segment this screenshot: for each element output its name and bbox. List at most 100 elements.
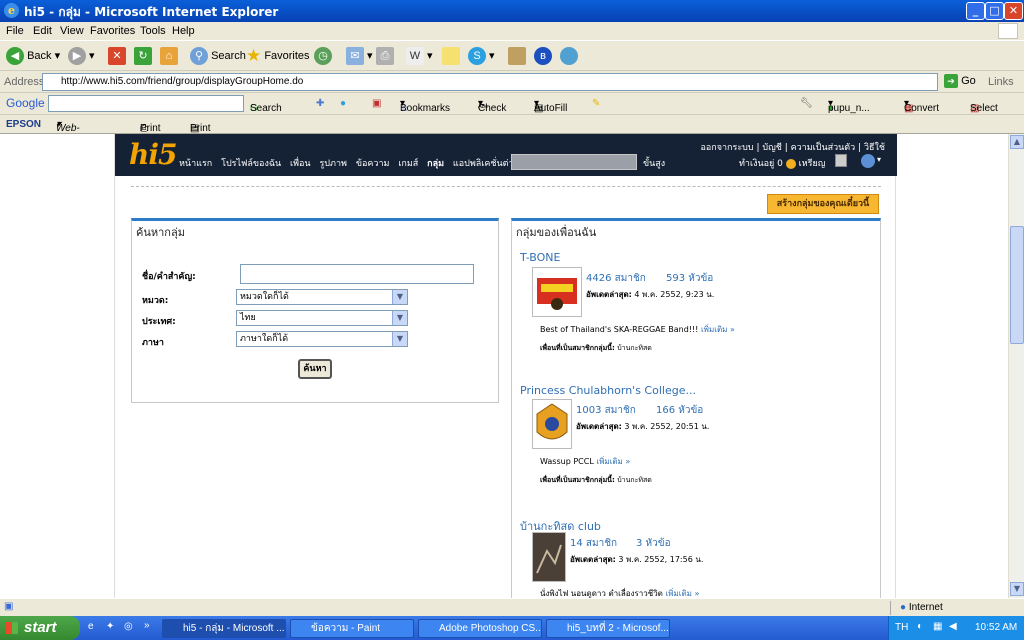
more-link[interactable]: เพิ่มเติม » bbox=[701, 325, 735, 334]
group-members[interactable]: 4426 สมาชิก bbox=[586, 271, 646, 286]
task-button-photoshop[interactable]: Adobe Photoshop CS... bbox=[418, 619, 542, 638]
mail-button[interactable]: ✉ ▾ bbox=[346, 46, 373, 66]
edit-button[interactable]: W ▾ bbox=[406, 46, 433, 66]
create-group-button[interactable]: สร้างกลุ่มของคุณเดี๋ยวนี้ bbox=[767, 194, 879, 214]
nav-groups[interactable]: กลุ่ม bbox=[427, 159, 444, 169]
globe-icon: ● bbox=[900, 602, 907, 613]
back-button[interactable]: ◀ Back ▾ bbox=[6, 46, 60, 66]
scroll-down-arrow-icon[interactable]: ▼ bbox=[1010, 582, 1024, 596]
minimize-button[interactable]: _ bbox=[966, 2, 985, 20]
history-button[interactable]: ◷ bbox=[314, 46, 332, 66]
more-link[interactable]: เพิ่มเติม » bbox=[596, 457, 630, 466]
notes-button[interactable] bbox=[442, 46, 460, 66]
group-topics[interactable]: 3 หัวข้อ bbox=[636, 536, 671, 551]
home-button[interactable]: ⌂ bbox=[160, 46, 178, 66]
group-topics[interactable]: 166 หัวข้อ bbox=[656, 403, 703, 418]
group-topics[interactable]: 593 หัวข้อ bbox=[666, 271, 713, 286]
hi5-logo[interactable]: hi5 bbox=[129, 138, 177, 171]
refresh-button[interactable]: ↻ bbox=[134, 46, 152, 66]
scroll-up-arrow-icon[interactable]: ▲ bbox=[1010, 135, 1024, 149]
globe-icon[interactable] bbox=[861, 154, 875, 168]
nav-profile[interactable]: โปรไฟล์ของฉัน bbox=[221, 159, 281, 169]
plus-icon[interactable]: ✚ bbox=[316, 98, 324, 109]
group-search-box: ค้นหากลุ่ม ชื่อ/คำสำคัญ: หมวด: หมวดใดก็ไ… bbox=[131, 218, 499, 403]
notification-icon[interactable] bbox=[835, 154, 847, 167]
group-thumbnail[interactable] bbox=[532, 399, 572, 449]
vertical-scrollbar[interactable]: ▲ ▼ bbox=[1008, 134, 1024, 598]
print-button[interactable]: ⎙ bbox=[376, 46, 394, 66]
address-input[interactable]: http://www.hi5.com/friend/group/displayG… bbox=[42, 73, 938, 91]
spellcheck-button[interactable]: ᴬᴮᶜ Check ▾ bbox=[478, 98, 506, 114]
autofill-button[interactable]: ▤ AutoFill ▾ bbox=[534, 98, 567, 114]
search-button[interactable]: ⚲ Search bbox=[190, 46, 246, 66]
chevron-down-icon: ▼ bbox=[392, 290, 407, 304]
google-account-button[interactable]: ● pupu_n... ▾ bbox=[828, 98, 870, 114]
convert-button[interactable]: ▦ Convert ▾ bbox=[904, 98, 939, 114]
window-title-bar[interactable]: e hi5 - กลุ่ม - Microsoft Internet Explo… bbox=[0, 0, 1024, 22]
chat-icon[interactable]: ● bbox=[340, 98, 346, 109]
group-name-link[interactable]: T-BONE bbox=[520, 251, 560, 264]
nav-friends[interactable]: เพื่อน bbox=[290, 159, 311, 169]
note-icon bbox=[442, 47, 460, 66]
google-search-input[interactable] bbox=[48, 95, 244, 112]
network-icon[interactable]: ▦ bbox=[933, 621, 942, 632]
highlighter-icon[interactable]: ✎ bbox=[592, 98, 600, 109]
quicklaunch-icon[interactable]: ✦ bbox=[106, 621, 114, 632]
task-button-paint[interactable]: ข้อความ - Paint bbox=[290, 619, 414, 638]
task-button-word[interactable]: hi5_บทที่ 2 - Microsof... bbox=[546, 619, 670, 638]
nav-messages[interactable]: ข้อความ bbox=[356, 159, 390, 169]
maximize-button[interactable]: □ bbox=[985, 2, 1004, 20]
quicklaunch-more-icon[interactable]: » bbox=[144, 620, 150, 631]
close-button[interactable]: ✕ bbox=[1004, 2, 1023, 20]
globe-dropdown-icon[interactable]: ▾ bbox=[877, 155, 881, 164]
more-link[interactable]: เพิ่มเติม » bbox=[665, 589, 699, 598]
language-select[interactable]: ภาษาใดก็ได้ ▼ bbox=[236, 331, 408, 347]
skype-button[interactable]: S ▾ bbox=[468, 46, 495, 66]
menu-tools[interactable]: Tools bbox=[140, 25, 166, 37]
group-members[interactable]: 1003 สมาชิก bbox=[576, 403, 636, 418]
group-name-link[interactable]: Princess Chulabhorn's College... bbox=[520, 384, 696, 397]
wrench-icon[interactable]: 🔧︎ bbox=[800, 98, 813, 109]
menu-edit[interactable]: Edit bbox=[33, 25, 52, 37]
nav-games[interactable]: เกมส์ bbox=[398, 159, 418, 169]
volume-icon[interactable]: ◀ bbox=[949, 621, 957, 632]
group-thumbnail[interactable] bbox=[532, 267, 582, 317]
messenger-icon bbox=[560, 47, 578, 66]
favorites-button[interactable]: ★ Favorites bbox=[246, 46, 310, 66]
menu-file[interactable]: File bbox=[6, 25, 24, 37]
country-select[interactable]: ไทย ▼ bbox=[236, 310, 408, 326]
account-links[interactable]: ออกจากระบบ | บัญชี | ความเป็นส่วนตัว | ว… bbox=[700, 140, 885, 154]
language-indicator[interactable]: TH bbox=[895, 622, 908, 633]
menu-help[interactable]: Help bbox=[172, 25, 195, 37]
scrollbar-thumb[interactable] bbox=[1010, 226, 1024, 344]
web-to-page-button[interactable]: Web-To-Page ▾ bbox=[56, 119, 80, 156]
research-button[interactable] bbox=[508, 46, 526, 66]
go-button[interactable]: ➔ Go bbox=[944, 74, 976, 88]
stop-button[interactable]: ✕ bbox=[108, 46, 126, 66]
links-button[interactable]: Links bbox=[988, 76, 1014, 88]
nav-home[interactable]: หน้าแรก bbox=[179, 159, 212, 169]
tray-icon[interactable]: ◐ bbox=[917, 621, 923, 632]
keyword-input[interactable] bbox=[240, 264, 474, 284]
quicklaunch-ie-icon[interactable]: e bbox=[88, 621, 94, 632]
bluetooth-button[interactable]: ʙ bbox=[534, 46, 552, 66]
task-button-ie[interactable]: hi5 - กลุ่ม - Microsoft ... bbox=[162, 619, 286, 638]
advanced-search-link[interactable]: ขั้นสูง bbox=[643, 156, 665, 170]
start-button[interactable]: start bbox=[0, 616, 80, 640]
bookmarks-button[interactable]: ☆ Bookmarks ▾ bbox=[400, 98, 450, 114]
menu-view[interactable]: View bbox=[60, 25, 84, 37]
group-members[interactable]: 14 สมาชิก bbox=[570, 536, 617, 551]
hi5-search-input[interactable] bbox=[511, 154, 637, 170]
status-bar: ▣ ● Internet bbox=[0, 598, 1024, 616]
messenger-button[interactable] bbox=[560, 46, 578, 66]
menu-favorites[interactable]: Favorites bbox=[90, 25, 135, 37]
popup-blocker-icon[interactable]: ▣ bbox=[372, 98, 381, 109]
home-icon: ⌂ bbox=[160, 47, 178, 66]
forward-button[interactable]: ▶ ▾ bbox=[68, 46, 95, 66]
group-thumbnail[interactable] bbox=[532, 532, 566, 582]
google-logo[interactable]: Google bbox=[6, 96, 45, 110]
nav-photos[interactable]: รูปภาพ bbox=[319, 159, 346, 169]
quicklaunch-icon[interactable]: ◎ bbox=[124, 621, 133, 632]
category-select[interactable]: หมวดใดก็ได้ ▼ bbox=[236, 289, 408, 305]
search-submit-button[interactable]: ค้นหา bbox=[298, 359, 332, 379]
